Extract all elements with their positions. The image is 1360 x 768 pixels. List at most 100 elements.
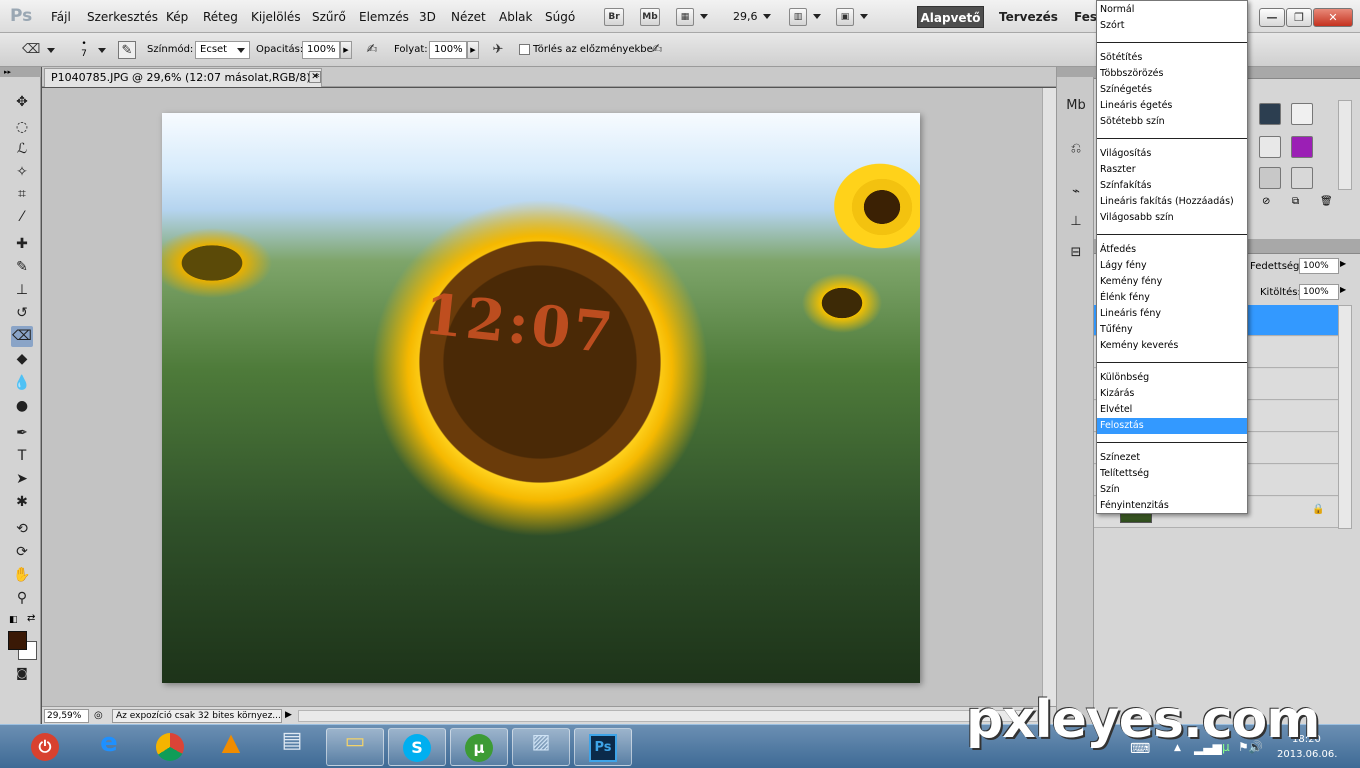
blend-subtract[interactable]: Elvétel [1097,402,1247,418]
style-swatch[interactable] [1259,136,1281,158]
menu-3d[interactable]: 3D [419,10,436,24]
status-info-icon[interactable]: ◎ [94,710,103,721]
type-tool-icon[interactable]: T [11,446,33,467]
3d-orbit-tool-icon[interactable]: ⟳ [11,542,33,563]
chrome-icon[interactable] [141,728,199,766]
3d-rotate-tool-icon[interactable]: ⟲ [11,519,33,540]
opacity-field[interactable]: 100% [302,41,340,59]
path-selection-tool-icon[interactable]: ➤ [11,469,33,490]
restore-button[interactable]: ❐ [1286,8,1312,27]
blend-difference[interactable]: Különbség [1097,370,1247,386]
blend-vivid-light[interactable]: Élénk fény [1097,290,1247,306]
view-extras-icon[interactable]: ▦ [676,8,694,26]
blend-exclusion[interactable]: Kizárás [1097,386,1247,402]
blur-tool-icon[interactable]: 💧 [11,373,33,394]
power-icon[interactable]: ⏻ [20,728,70,766]
brush-size-preview[interactable]: • 7 [78,39,90,59]
canvas-area[interactable]: 12:07 [42,88,1042,706]
close-icon[interactable]: ✕ [309,71,321,83]
screen-mode-icon[interactable]: ▣ [836,8,854,26]
menu-filter[interactable]: Szűrő [312,10,346,24]
minibridge-button[interactable]: Mb [640,8,660,26]
menu-view[interactable]: Nézet [451,10,486,24]
style-swatch[interactable] [1291,103,1313,125]
blend-hard-light[interactable]: Kemény fény [1097,274,1247,290]
brush-panel-icon[interactable]: ✎ [118,41,136,59]
bridge-button[interactable]: Br [604,8,624,26]
blend-darker-color[interactable]: Sötétebb szín [1097,114,1247,130]
blend-multiply[interactable]: Többszörözés [1097,66,1247,82]
vertical-scrollbar[interactable] [1042,88,1056,706]
history-icon[interactable]: ⎌ [1064,137,1088,161]
flow-field[interactable]: 100% [429,41,467,59]
blend-lighten[interactable]: Világosítás [1097,146,1247,162]
photoshop-icon[interactable]: Ps [574,728,632,766]
hand-tool-icon[interactable]: ✋ [11,565,33,586]
menu-edit[interactable]: Szerkesztés [87,10,158,24]
blend-linear-light[interactable]: Lineáris fény [1097,306,1247,322]
foreground-color-swatch[interactable] [8,631,27,650]
blend-luminosity[interactable]: Fényintenzitás [1097,498,1247,514]
fill-arrow-icon[interactable]: ▶ [1340,285,1346,294]
blend-soft-light[interactable]: Lágy fény [1097,258,1247,274]
blend-overlay[interactable]: Átfedés [1097,242,1247,258]
notepad-icon[interactable]: ▤ [263,728,321,766]
clear-style-icon[interactable]: ⊘ [1262,196,1270,207]
skype-icon[interactable]: S [388,728,446,766]
explorer-icon[interactable]: ▭ [326,728,384,766]
sunflower-photo[interactable]: 12:07 [162,113,920,683]
clone-source-icon[interactable]: ⊥ [1064,210,1088,234]
chevron-down-icon[interactable] [763,14,771,19]
default-colors-icon[interactable]: ◧ [9,615,18,625]
pressure-size-icon[interactable]: ✍ [648,41,666,59]
move-tool-icon[interactable]: ✥ [11,92,33,113]
mode-select[interactable]: Ecset [195,41,250,59]
menu-help[interactable]: Súgó [545,10,575,24]
paint-bucket-tool-icon[interactable]: ◆ [11,349,33,370]
chevron-down-icon[interactable] [860,14,868,19]
zoom-level[interactable]: 29,6 [733,10,758,23]
utorrent-icon[interactable]: µ [450,728,508,766]
quick-selection-tool-icon[interactable]: ✧ [11,162,33,183]
erase-history-checkbox[interactable] [519,44,530,55]
quick-mask-icon[interactable]: ◙ [11,663,33,684]
menu-file[interactable]: Fájl [51,10,71,24]
minimize-button[interactable]: — [1259,8,1285,27]
brush-tool-icon[interactable]: ✎ [11,257,33,278]
gallery-icon[interactable]: ▨ [512,728,570,766]
eraser-tool-icon[interactable]: ⌫ [22,41,40,59]
eyedropper-tool-icon[interactable]: ⁄ [11,207,33,228]
chevron-down-icon[interactable] [98,48,106,53]
pen-tool-icon[interactable]: ✒ [11,423,33,444]
pressure-opacity-icon[interactable]: ✍ [363,41,381,59]
style-swatch[interactable] [1259,167,1281,189]
menu-analysis[interactable]: Elemzés [359,10,409,24]
horizontal-scrollbar[interactable] [298,710,1038,722]
workspace-design-button[interactable]: Tervezés [999,10,1058,24]
blend-linear-dodge[interactable]: Lineáris fakítás (Hozzáadás) [1097,194,1247,210]
blend-hue[interactable]: Színezet [1097,450,1247,466]
style-swatch[interactable] [1259,103,1281,125]
crop-tool-icon[interactable]: ⌗ [11,184,33,205]
tool-presets-icon[interactable]: ⊟ [1064,241,1088,265]
minibridge-icon[interactable]: Mb [1064,94,1088,118]
styles-scrollbar[interactable] [1338,100,1352,190]
opacity-arrow-icon[interactable]: ▶ [340,41,352,59]
chevron-down-icon[interactable] [47,48,55,53]
history-brush-tool-icon[interactable]: ↺ [11,303,33,324]
zoom-tool-icon[interactable]: ⚲ [11,588,33,609]
toolbox-collapse-icon[interactable]: ▸▸ [0,67,41,77]
custom-shape-tool-icon[interactable]: ✱ [11,492,33,513]
healing-brush-tool-icon[interactable]: ✚ [11,234,33,255]
blend-hard-mix[interactable]: Kemény keverés [1097,338,1247,354]
menu-select[interactable]: Kijelölés [251,10,301,24]
blend-color-burn[interactable]: Színégetés [1097,82,1247,98]
clock-date[interactable]: 2013.06.06. [1277,749,1337,760]
new-style-icon[interactable]: ⧉ [1292,196,1299,207]
status-menu-arrow-icon[interactable]: ▶ [285,710,292,720]
layer-opacity-field[interactable]: 100% [1299,258,1339,274]
blend-screen[interactable]: Raszter [1097,162,1247,178]
blend-color[interactable]: Szín [1097,482,1247,498]
blend-pin-light[interactable]: Tűfény [1097,322,1247,338]
blend-linear-burn[interactable]: Lineáris égetés [1097,98,1247,114]
